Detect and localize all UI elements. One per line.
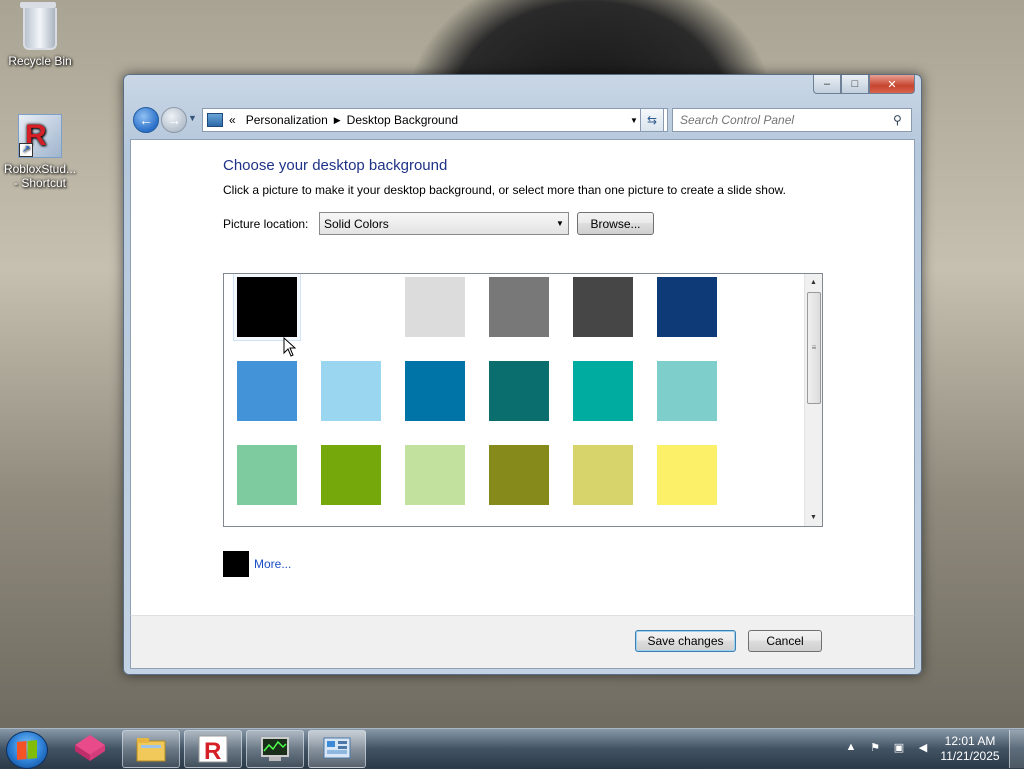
color-swatch[interactable]: [233, 274, 301, 341]
color-swatch[interactable]: [237, 361, 297, 421]
desktop-icon-roblox-studio[interactable]: R ↗ RobloxStud... - Shortcut: [0, 114, 80, 190]
search-input[interactable]: [673, 112, 893, 128]
maximize-button[interactable]: □: [841, 75, 869, 94]
more-colors-link[interactable]: More...: [254, 557, 291, 571]
arrow-right-icon: →: [167, 112, 181, 128]
more-color-swatch[interactable]: [223, 551, 249, 577]
forward-button[interactable]: →: [161, 107, 187, 133]
search-box[interactable]: ⚲: [672, 108, 912, 132]
control-panel-window: – □ ✕ ← → ▼ « Personalization ▶ Desktop …: [123, 74, 922, 675]
action-center-icon[interactable]: ⚑: [867, 741, 883, 757]
svg-text:R: R: [204, 738, 221, 764]
color-swatch[interactable]: [321, 277, 381, 337]
color-swatch[interactable]: [657, 445, 717, 505]
clock[interactable]: 12:01 AM 11/21/2025: [935, 734, 1005, 764]
minimize-button[interactable]: –: [813, 75, 841, 94]
scrollbar-thumb[interactable]: ≡: [807, 292, 821, 404]
color-swatch[interactable]: [657, 361, 717, 421]
volume-muted-icon[interactable]: ◀: [915, 741, 931, 757]
taskbar-control-panel[interactable]: [308, 730, 366, 768]
control-panel-icon: [323, 737, 351, 759]
file-explorer-icon: [136, 738, 166, 762]
color-swatch[interactable]: [321, 445, 381, 505]
window-controls: – □ ✕: [813, 75, 915, 94]
clock-time: 12:01 AM: [944, 734, 996, 748]
page-description: Click a picture to make it your desktop …: [223, 183, 786, 197]
color-swatch-list: ▲ ≡ ▼: [223, 273, 823, 527]
refresh-icon: ⇆: [646, 113, 658, 127]
main-content: Choose your desktop background Click a p…: [130, 139, 915, 617]
vertical-scrollbar[interactable]: ▲ ≡ ▼: [804, 274, 822, 526]
address-bar[interactable]: « Personalization ▶ Desktop Background ▼: [202, 108, 668, 132]
arrow-left-icon: ←: [139, 112, 153, 128]
navigation-bar: ← → ▼ « Personalization ▶ Desktop Backgr…: [131, 107, 914, 133]
taskbar-task-manager[interactable]: [246, 730, 304, 768]
picture-location-value: Solid Colors: [324, 216, 389, 231]
search-icon[interactable]: ⚲: [893, 113, 911, 127]
recent-pages-button[interactable]: ▼: [188, 113, 197, 123]
color-swatch[interactable]: [657, 277, 717, 337]
color-swatch[interactable]: [573, 361, 633, 421]
color-swatch[interactable]: [405, 277, 465, 337]
scroll-down-icon[interactable]: ▼: [805, 509, 822, 526]
save-changes-button[interactable]: Save changes: [635, 630, 736, 652]
show-desktop-button[interactable]: [1009, 730, 1024, 768]
breadcrumb-desktop-background[interactable]: Desktop Background: [347, 113, 458, 127]
browse-button[interactable]: Browse...: [577, 212, 654, 235]
breadcrumb-personalization[interactable]: Personalization: [246, 113, 328, 127]
picture-location-select[interactable]: Solid Colors ▼: [319, 212, 569, 235]
system-tray: ▲ ⚑ ▣ ◀ 12:01 AM 11/21/2025: [839, 729, 1024, 769]
color-swatch[interactable]: [405, 445, 465, 505]
desktop-icon-recycle-bin[interactable]: Recycle Bin: [0, 2, 80, 68]
roblox-icon: R: [198, 735, 228, 764]
color-swatch[interactable]: [237, 445, 297, 505]
close-button[interactable]: ✕: [869, 75, 915, 94]
task-manager-icon: [261, 737, 289, 761]
start-button[interactable]: [6, 731, 48, 769]
control-panel-icon: [207, 113, 223, 127]
color-swatch[interactable]: [489, 361, 549, 421]
taskbar: R ▲ ⚑ ▣ ◀ 12:01 AM 11/21/2025: [0, 728, 1024, 769]
desktop-icon-label: Recycle Bin: [8, 54, 72, 68]
network-icon[interactable]: ▣: [891, 741, 907, 757]
desktop-icon-label: RobloxStud... - Shortcut: [3, 162, 77, 190]
color-swatch[interactable]: [573, 277, 633, 337]
page-title: Choose your desktop background: [223, 157, 448, 174]
breadcrumb-separator-icon[interactable]: ▶: [334, 115, 341, 126]
chevron-down-icon: ▼: [556, 219, 564, 228]
libreoffice-icon: [75, 735, 105, 761]
roblox-studio-icon: R ↗: [18, 114, 62, 158]
taskbar-roblox[interactable]: R: [184, 730, 242, 768]
taskbar-file-explorer[interactable]: [122, 730, 180, 768]
show-hidden-icons-icon[interactable]: ▲: [843, 741, 859, 757]
refresh-button[interactable]: ⇆: [640, 108, 664, 132]
cancel-button[interactable]: Cancel: [748, 630, 822, 652]
clock-date: 11/21/2025: [940, 749, 1000, 763]
recycle-bin-icon: [20, 2, 57, 50]
color-swatch[interactable]: [405, 361, 465, 421]
back-button[interactable]: ←: [133, 107, 159, 133]
breadcrumb-overflow[interactable]: «: [229, 113, 236, 127]
color-swatch[interactable]: [489, 277, 549, 337]
taskbar-libreoffice[interactable]: [62, 730, 118, 766]
shortcut-arrow-icon: ↗: [19, 143, 33, 157]
picture-location-label: Picture location:: [223, 217, 309, 231]
color-swatch[interactable]: [573, 445, 633, 505]
color-swatch[interactable]: [321, 361, 381, 421]
scroll-up-icon[interactable]: ▲: [805, 274, 822, 291]
dialog-footer: Save changes Cancel: [130, 615, 915, 669]
color-swatch[interactable]: [489, 445, 549, 505]
